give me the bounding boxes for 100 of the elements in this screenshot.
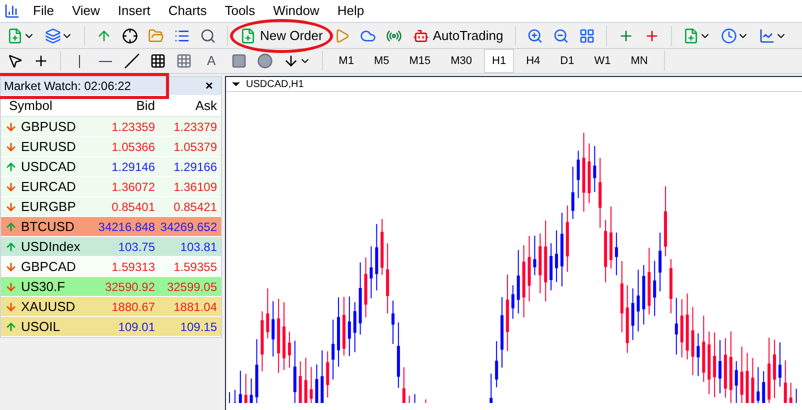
symbol-row[interactable]: XAUUSD 1880.67 1881.04 — [1, 297, 221, 317]
new-order-icon — [240, 28, 256, 44]
candle — [702, 315, 706, 382]
symbol-row[interactable]: GBPUSD 1.23359 1.23379 — [1, 117, 221, 137]
candle — [550, 242, 553, 291]
symbol-name: EURUSD — [21, 138, 76, 156]
candle — [272, 300, 275, 358]
timeframe-tab[interactable]: M30 — [442, 49, 480, 73]
candle — [353, 302, 356, 353]
candle — [392, 300, 394, 344]
candle — [380, 218, 384, 276]
line-chart-icon — [759, 28, 776, 44]
candle — [348, 296, 351, 357]
candle — [571, 166, 574, 220]
candle — [664, 186, 667, 257]
symbol-row[interactable]: US30.F 32590.92 32599.05 — [1, 277, 221, 297]
column-header[interactable]: Bid — [95, 96, 159, 116]
timeframe-tab[interactable]: MN — [622, 49, 656, 73]
candle — [326, 350, 330, 398]
bid-price: 103.75 — [117, 238, 156, 256]
bid-price: 1.29146 — [110, 158, 156, 176]
zoom-in-icon — [527, 28, 544, 44]
timeframe-tab[interactable]: H4 — [518, 49, 548, 73]
menu-item[interactable]: File — [24, 1, 63, 21]
grid-icon — [579, 28, 596, 44]
timeframe-tab[interactable]: H1 — [484, 49, 514, 73]
ask-price: 1881.04 — [172, 298, 218, 316]
candle — [304, 357, 308, 403]
candle — [402, 366, 406, 403]
candle — [533, 235, 536, 276]
candle — [332, 319, 335, 380]
timeframe-tab[interactable]: M1 — [330, 49, 362, 73]
ask-price: 1.59355 — [172, 258, 218, 276]
timeframe-tab[interactable]: D1 — [552, 49, 582, 73]
candle — [724, 338, 727, 398]
candle — [751, 357, 754, 403]
symbol-name: US30.F — [21, 278, 66, 296]
bid-price: 1.36072 — [110, 178, 156, 196]
close-button[interactable]: × — [197, 76, 221, 96]
ask-price: 1.29166 — [172, 158, 218, 176]
candle — [370, 246, 373, 299]
candle — [762, 370, 766, 403]
down-arrow-icon — [5, 280, 17, 293]
candle — [734, 360, 738, 403]
column-header[interactable]: Ask — [159, 96, 221, 116]
menu-item[interactable]: Tools — [216, 1, 264, 21]
symbol-name: GBPCAD — [21, 258, 76, 276]
bid-price: 1.05366 — [110, 138, 156, 156]
candle — [528, 235, 531, 302]
crosshair-icon — [33, 53, 49, 69]
symbol-row[interactable]: USDIndex 103.75 103.81 — [1, 237, 221, 257]
candle — [674, 297, 678, 355]
symbol-row[interactable]: GBPCAD 1.59313 1.59355 — [1, 257, 221, 277]
symbol-row[interactable]: EURCAD 1.36072 1.36109 — [1, 177, 221, 197]
candle — [516, 249, 520, 314]
new-order-button[interactable]: New Order — [236, 24, 327, 48]
symbol-row[interactable]: USOIL 109.01 109.15 — [1, 317, 221, 337]
timeframe-tab[interactable]: M5 — [366, 49, 398, 73]
menu-item[interactable]: Help — [328, 1, 374, 21]
text-tool-button[interactable]: A — [199, 49, 224, 73]
candle — [604, 220, 608, 283]
timeframe-tab[interactable]: M15 — [401, 49, 439, 73]
candle — [593, 145, 596, 193]
play-icon — [334, 28, 350, 44]
candle — [588, 142, 591, 204]
candle — [255, 338, 258, 403]
menu-item[interactable]: Insert — [108, 1, 160, 21]
down-arrow-icon — [5, 140, 17, 153]
menu-item[interactable]: View — [62, 1, 109, 21]
bid-price: 1.59313 — [110, 258, 156, 276]
autotrading-button[interactable]: AutoTrading — [408, 24, 508, 48]
candle — [789, 382, 792, 403]
symbol-row[interactable]: BTCUSD 34216.848 34269.652 — [1, 217, 221, 237]
candle — [375, 223, 378, 291]
ask-price: 32599.05 — [166, 278, 218, 296]
candle — [713, 332, 716, 398]
up-arrow-icon — [5, 320, 17, 333]
symbol-row[interactable]: EURGBP 0.85401 0.85421 — [1, 197, 221, 217]
symbol-name: BTCUSD — [21, 218, 74, 236]
candle — [746, 352, 749, 403]
ask-price: 1.23379 — [172, 118, 218, 136]
candle — [669, 258, 672, 314]
menu-item[interactable]: Window — [264, 1, 328, 21]
bid-price: 0.85401 — [110, 198, 156, 216]
column-header[interactable]: Symbol — [1, 96, 95, 116]
symbol-row[interactable]: USDCAD 1.29146 1.29166 — [1, 157, 221, 177]
candle — [490, 373, 493, 403]
timeframe-tab[interactable]: W1 — [586, 49, 619, 73]
symbol-name: GBPUSD — [21, 118, 76, 136]
candle — [778, 342, 782, 388]
candle — [598, 157, 602, 228]
symbol-row[interactable]: EURUSD 1.05366 1.05379 — [1, 137, 221, 157]
ask-price: 109.15 — [179, 318, 218, 336]
layers-icon — [45, 28, 61, 44]
bid-price: 1880.67 — [110, 298, 156, 316]
symbol-name: EURCAD — [21, 178, 76, 196]
candle — [566, 205, 569, 272]
menu-item[interactable]: Charts — [159, 1, 216, 21]
candle — [315, 364, 318, 403]
candle — [691, 306, 694, 376]
